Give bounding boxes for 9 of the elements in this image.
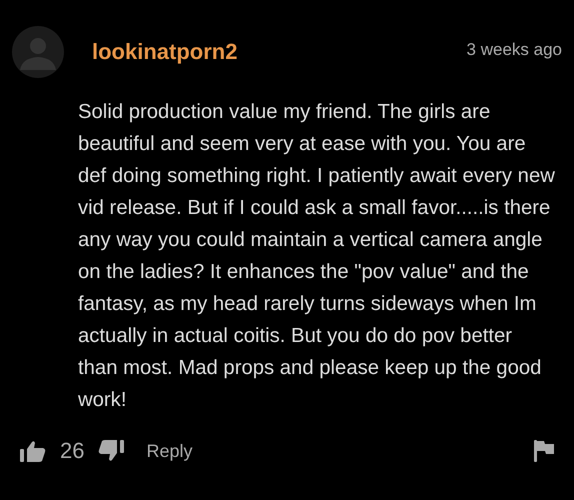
reply-button[interactable]: Reply	[146, 440, 193, 462]
thumbs-down-icon[interactable]	[98, 440, 124, 462]
flag-icon[interactable]	[534, 440, 554, 462]
avatar-icon	[12, 26, 64, 78]
thumbs-up-icon[interactable]	[20, 440, 46, 462]
username[interactable]: lookinatporn2	[92, 39, 467, 65]
timestamp: 3 weeks ago	[466, 40, 562, 60]
comment-text: Solid production value my friend. The girls are beautiful and seem very at ease with you. You are def doing something right. I patiently await every new vid release. But if I could ask a small favor.....is there any way you could maintain a vertical camera angle on the ladies? It enhances the "pov value" and the fantasy, as my head rarely turns sideways when Im actually in actual coitis. But you do do pov better than most. Mad props and please keep up the good work!	[78, 100, 556, 413]
like-count: 26	[60, 438, 84, 464]
